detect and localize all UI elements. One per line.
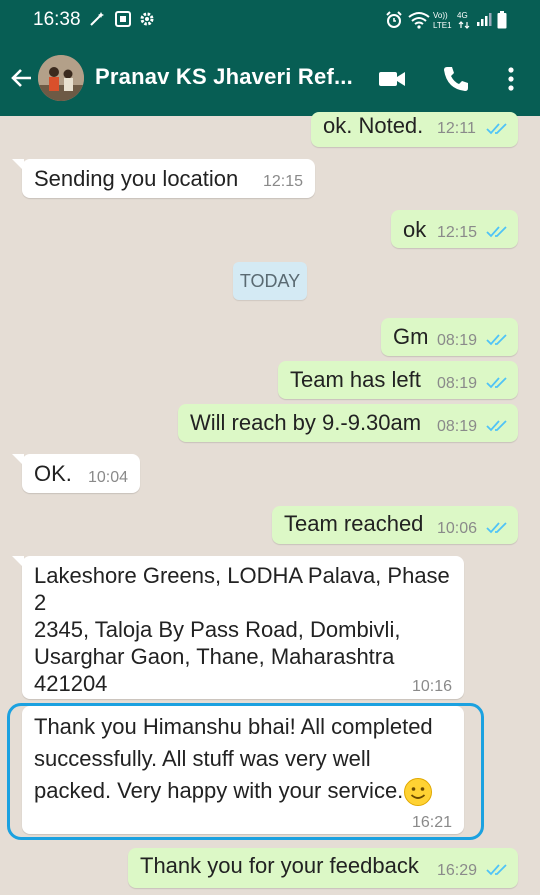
address-line: 2 [34,590,47,615]
chat-area[interactable]: ok. Noted. 12:11 Sending you location 12… [0,112,540,895]
contact-name[interactable]: Pranav KS Jhaveri Ref... [95,64,353,90]
read-ticks-icon [486,123,507,135]
message-bubble-outgoing[interactable]: ok 12:15 [391,210,518,248]
message-time: 12:15 [437,224,478,241]
message-text: Sending you location [34,166,239,191]
signal-icon [477,13,492,26]
message-bubble-outgoing[interactable]: Thank you for your feedback 16:29 [128,848,518,888]
message-time: 10:16 [412,678,453,695]
read-ticks-icon [486,226,507,238]
message-text: Thank you for your feedback [140,853,419,878]
battery-icon [497,11,507,29]
message-text: Will reach by 9.-9.30am [190,410,422,435]
magic-wand-icon [90,12,104,26]
message-text: Lakeshore Greens, LODHA Palava, Phase 2 … [34,562,450,697]
screenshot-icon [115,11,131,27]
address-line: 2345, Taloja By Pass Road, Dombivli, [34,617,401,642]
message-text: Team reached [284,511,424,536]
status-time: 16:38 [33,9,81,30]
date-divider: TODAY [233,262,307,300]
contact-avatar[interactable] [38,55,84,101]
address-line: Usarghar Gaon, Thane, Maharashtra [34,644,395,669]
wifi-icon [408,12,430,29]
message-text: ok. Noted. [323,113,424,138]
message-time: 08:19 [437,332,478,349]
bubble-tail [12,159,24,171]
highlight-frame [7,703,484,840]
more-options-icon[interactable] [496,64,526,94]
message-time: 16:29 [437,862,478,879]
message-time: 08:19 [437,375,478,392]
video-call-icon[interactable] [377,64,407,94]
address-line: Lakeshore Greens, LODHA Palava, Phase [34,563,450,588]
network-4g-icon: 4G [457,11,470,29]
address-line: 421204 [34,671,108,696]
alarm-icon [386,11,402,28]
message-bubble-incoming[interactable]: Sending you location 12:15 [12,159,315,198]
message-bubble-incoming[interactable]: Lakeshore Greens, LODHA Palava, Phase 2 … [12,556,464,699]
bubble-tail [12,556,24,568]
voice-call-icon[interactable] [441,64,471,94]
svg-text:4G: 4G [457,11,468,20]
read-ticks-icon [486,334,507,346]
message-time: 12:15 [263,173,304,190]
message-time: 12:11 [437,120,476,137]
read-ticks-icon [486,420,507,432]
bubble-tail [12,454,24,466]
status-bar: 16:38 Vo)) LTE1 4G [0,0,540,40]
message-bubble-outgoing[interactable]: Will reach by 9.-9.30am 08:19 [178,404,518,442]
back-arrow-icon[interactable] [10,66,34,90]
message-text: ok [403,217,427,242]
message-time: 10:06 [437,520,478,537]
read-ticks-icon [486,522,507,534]
message-bubble-incoming[interactable]: OK. 10:04 [12,454,140,493]
message-time: 10:04 [88,469,129,486]
read-ticks-icon [486,864,507,876]
message-bubble-outgoing[interactable]: Team reached 10:06 [272,506,518,544]
message-text: Team has left [290,367,421,392]
read-ticks-icon [486,377,507,389]
chat-header: Pranav KS Jhaveri Ref... [0,40,540,116]
message-time: 08:19 [437,418,478,435]
volte-icon: Vo))LTE1 [433,11,452,30]
message-bubble-outgoing[interactable]: ok. Noted. 12:11 [311,112,518,147]
message-text: Gm [393,324,429,349]
svg-text:Vo)): Vo)) [433,11,448,20]
settings-icon [140,12,154,26]
message-text: OK. [34,461,72,486]
svg-text:LTE1: LTE1 [433,21,452,30]
message-bubble-outgoing[interactable]: Team has left 08:19 [278,361,518,399]
message-bubble-outgoing[interactable]: Gm 08:19 [381,318,518,356]
